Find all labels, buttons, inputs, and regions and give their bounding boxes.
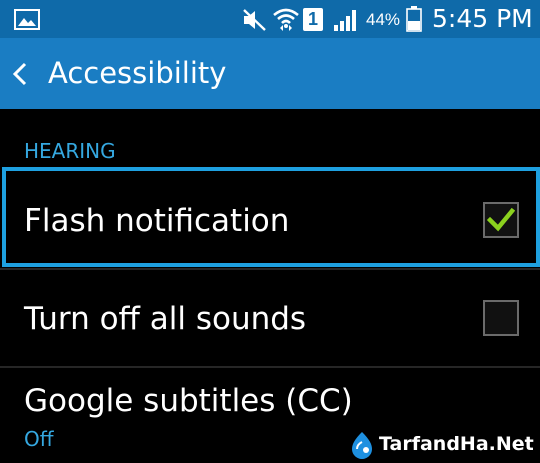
turn-off-all-sounds-checkbox[interactable] xyxy=(483,300,519,336)
page-title: Accessibility xyxy=(48,56,227,90)
flash-notification-checkbox[interactable] xyxy=(483,202,519,238)
action-bar: Accessibility xyxy=(0,38,540,109)
setting-row-flash-notification[interactable]: Flash notification xyxy=(0,165,540,267)
chevron-left-icon xyxy=(12,62,27,86)
battery-percent: 44% xyxy=(366,10,401,29)
status-bar: 1 44% 5:45 PM xyxy=(0,0,540,38)
sim-icon: 1 xyxy=(303,8,323,31)
battery-icon xyxy=(406,6,422,32)
watermark-text: TarfandHa.Net xyxy=(379,433,534,455)
gallery-icon xyxy=(14,9,40,30)
setting-label: Turn off all sounds xyxy=(24,301,307,337)
setting-row-turn-off-all-sounds[interactable]: Turn off all sounds xyxy=(0,270,540,366)
mute-icon xyxy=(243,9,266,31)
setting-label: Flash notification xyxy=(24,203,290,239)
back-button[interactable]: Accessibility xyxy=(0,38,240,109)
watermark-logo-icon xyxy=(352,432,372,459)
checkmark-icon xyxy=(487,207,515,232)
setting-label: Google subtitles (CC) xyxy=(24,383,353,419)
wifi-icon xyxy=(273,8,299,31)
clock: 5:45 PM xyxy=(432,4,533,33)
watermark: TarfandHa.Net xyxy=(349,428,535,460)
signal-icon xyxy=(334,10,356,31)
setting-summary: Off xyxy=(24,427,54,451)
section-header: HEARING xyxy=(24,139,116,163)
